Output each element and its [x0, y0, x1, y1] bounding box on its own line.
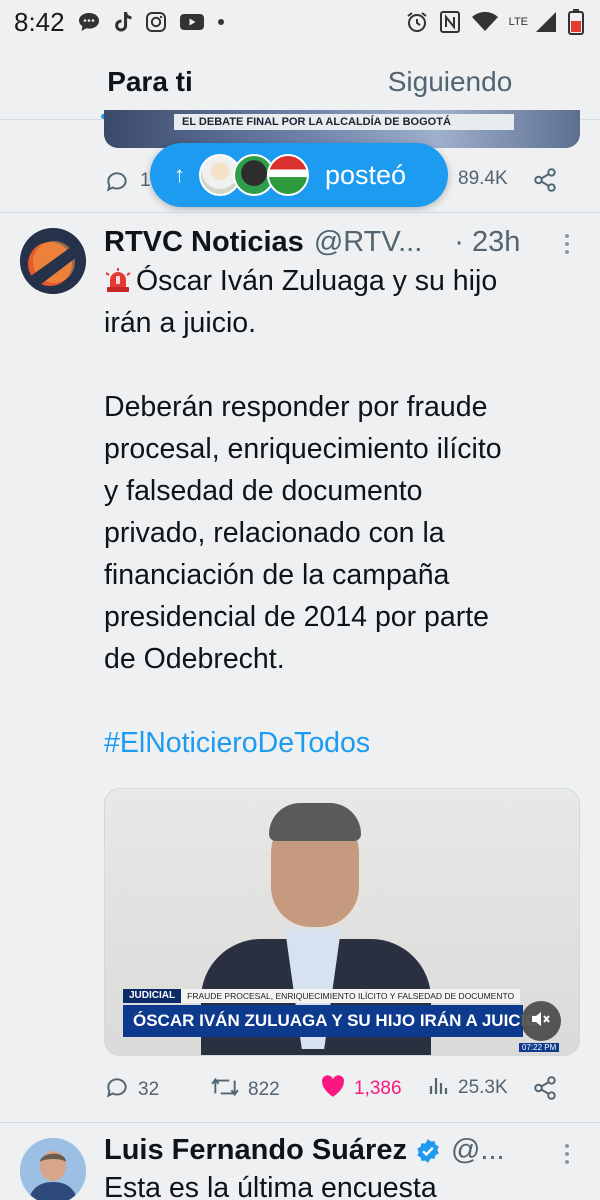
- status-time: 8:42: [14, 6, 65, 37]
- views-value: 89.4K: [458, 168, 508, 189]
- tweet-line: irán a juicio.: [104, 307, 257, 339]
- network-type: LTE: [508, 16, 528, 28]
- status-bar: 8:42 LTE: [0, 0, 600, 44]
- tab-siguiendo[interactable]: Siguiendo: [300, 44, 600, 119]
- author-handle[interactable]: @...: [451, 1134, 505, 1167]
- heart-filled-icon: [320, 1074, 346, 1104]
- tab-label: Para ti: [107, 65, 193, 97]
- reply-icon[interactable]: [104, 168, 130, 199]
- avatar: [267, 154, 309, 196]
- instagram-icon: [145, 11, 167, 33]
- battery-icon: [568, 9, 584, 35]
- like-count: 1,386: [354, 1078, 402, 1099]
- tweet-video[interactable]: JUDICIAL FRAUDE PROCESAL, ENRIQUECIMIENT…: [104, 788, 580, 1056]
- like-button[interactable]: 1,386: [320, 1074, 402, 1104]
- tweet-line: Deberán responder por fraude: [104, 391, 488, 423]
- arrow-up-icon: ↑: [174, 162, 185, 187]
- tab-para-ti[interactable]: Para ti: [0, 44, 300, 119]
- tweet-line: Óscar Iván Zuluaga y su hijo: [104, 260, 584, 302]
- youtube-icon: [179, 12, 205, 32]
- speaker-muted-icon: [530, 1009, 552, 1034]
- media-banner-text: EL DEBATE FINAL POR LA ALCALDÍA DE BOGOT…: [174, 114, 514, 130]
- reply-icon: [104, 1074, 130, 1106]
- share-button[interactable]: [532, 1074, 558, 1108]
- mute-button[interactable]: [521, 1001, 561, 1041]
- new-posts-pill[interactable]: ↑ posteó: [150, 143, 448, 207]
- timeline-tabs: Para ti Siguiendo: [0, 44, 600, 120]
- tiktok-icon: [113, 11, 133, 33]
- tweet-text: Esta es la última encuesta: [104, 1172, 437, 1200]
- tweet-line: y falsedad de documento: [104, 475, 423, 507]
- avatar[interactable]: [20, 1138, 86, 1200]
- tweet-line: presidencial de 2014 por parte: [104, 601, 490, 633]
- tab-label: Siguiendo: [387, 65, 513, 97]
- person-hair: [269, 803, 361, 841]
- views-count: 25.3K: [458, 1077, 508, 1098]
- views-count[interactable]: 89.4K: [452, 168, 508, 190]
- video-subtitle: FRAUDE PROCESAL, ENRIQUECIMIENTO ILÍCITO…: [181, 989, 521, 1003]
- video-tag: JUDICIAL: [123, 989, 182, 1003]
- chat-bubble-icon: [77, 11, 101, 33]
- author-handle[interactable]: @RTV...: [314, 226, 422, 259]
- retweet-icon: [210, 1074, 240, 1106]
- divider: [0, 212, 600, 213]
- avatar[interactable]: [20, 228, 86, 294]
- tweet-line: financiación de la campaña: [104, 559, 450, 591]
- dot-icon: [217, 18, 225, 26]
- divider: [0, 1122, 600, 1123]
- retweet-count: 822: [248, 1079, 280, 1100]
- reply-count: 32: [138, 1079, 160, 1100]
- author-name[interactable]: RTVC Noticias: [104, 226, 304, 259]
- tweet-line: procesal, enriquecimiento ilícito: [104, 433, 502, 465]
- tweet-text: Óscar Iván Zuluaga y su hijo irán a juic…: [104, 260, 584, 764]
- share-icon: [532, 1074, 558, 1108]
- tweet-line: de Odebrecht.: [104, 643, 285, 675]
- siren-icon: [104, 263, 132, 292]
- more-options-icon[interactable]: [564, 1142, 570, 1171]
- video-clock: 07:22 PM: [519, 1043, 560, 1052]
- reply-count: 1: [140, 170, 151, 191]
- retweet-button[interactable]: 822: [210, 1074, 280, 1106]
- signal-icon: [534, 10, 558, 34]
- verified-badge-icon: [415, 1138, 441, 1164]
- nfc-icon: [439, 10, 461, 34]
- tweet-line-text: Óscar Iván Zuluaga y su hijo: [136, 265, 498, 297]
- reply-button[interactable]: 32: [104, 1074, 159, 1106]
- tweet-header: RTVC Noticias @RTV... · 23h: [104, 222, 580, 262]
- wifi-icon: [471, 11, 499, 33]
- tweet-line: privado, relacionado con la: [104, 517, 445, 549]
- bar-chart-icon: [428, 1074, 450, 1102]
- video-headline: ÓSCAR IVÁN ZULUAGA Y SU HIJO IRÁN A JUIC…: [123, 1005, 539, 1037]
- pill-avatars: [199, 154, 309, 196]
- more-options-icon[interactable]: [564, 232, 570, 261]
- hashtag-link[interactable]: #ElNoticieroDeTodos: [104, 722, 584, 764]
- tweet-time[interactable]: · 23h: [454, 226, 520, 259]
- share-icon[interactable]: [532, 166, 558, 199]
- author-name[interactable]: Luis Fernando Suárez: [104, 1134, 407, 1167]
- pill-label: posteó: [325, 159, 407, 190]
- views-button[interactable]: 25.3K: [428, 1074, 508, 1102]
- alarm-icon: [405, 10, 429, 34]
- tweet-actions: 32 822 1,386 25.3K: [104, 1070, 580, 1110]
- tweet-header: Luis Fernando Suárez @...: [104, 1134, 569, 1167]
- video-tag-band: JUDICIAL FRAUDE PROCESAL, ENRIQUECIMIENT…: [123, 989, 521, 1003]
